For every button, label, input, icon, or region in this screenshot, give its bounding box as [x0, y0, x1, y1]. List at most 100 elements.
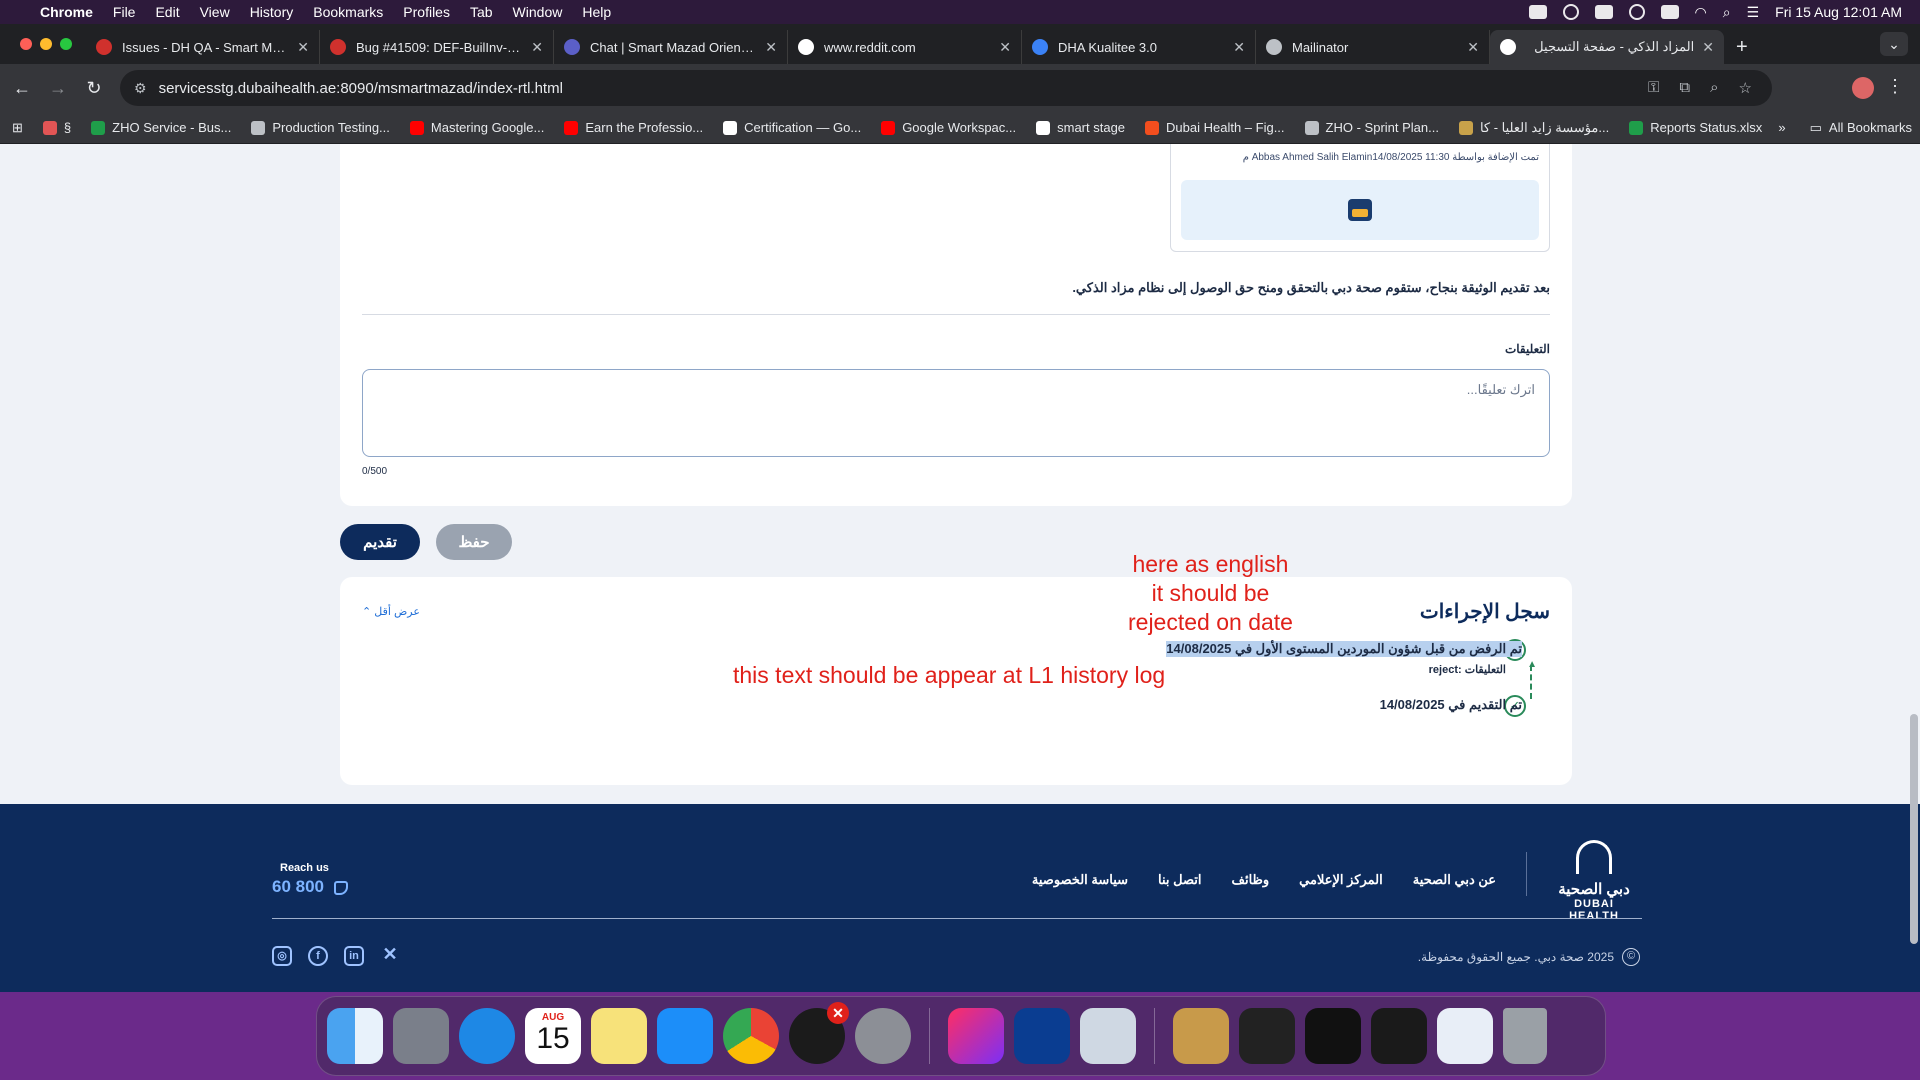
tab-search-button[interactable]: ⌄: [1880, 32, 1908, 56]
close-tab-icon[interactable]: ✕: [999, 39, 1011, 56]
safari-icon[interactable]: [459, 1008, 515, 1064]
menu-file[interactable]: File: [113, 4, 136, 20]
footer-link-privacy[interactable]: سياسة الخصوصية: [1032, 872, 1128, 888]
footer-link-careers[interactable]: وظائف: [1232, 872, 1270, 888]
more-menu-icon[interactable]: ⋮: [1886, 76, 1904, 97]
facebook-icon[interactable]: f: [308, 946, 328, 966]
menu-edit[interactable]: Edit: [155, 4, 179, 20]
submit-button[interactable]: تقديم: [340, 524, 420, 560]
browser-tab[interactable]: DHA Kualitee 3.0 ✕: [1022, 30, 1256, 64]
menu-bookmarks[interactable]: Bookmarks: [313, 4, 383, 20]
x-icon[interactable]: ✕: [380, 945, 400, 966]
profile-avatar[interactable]: [1852, 77, 1874, 99]
footer-link-media[interactable]: المركز الإعلامي: [1299, 872, 1383, 888]
close-tab-icon[interactable]: ✕: [297, 39, 309, 56]
bookmark-star-icon[interactable]: ☆: [1739, 79, 1752, 97]
bookmark-item[interactable]: مؤسسة زايد العليا - كا...: [1458, 120, 1609, 136]
menu-history[interactable]: History: [250, 4, 294, 20]
page-scrollbar[interactable]: [1910, 714, 1918, 944]
bookmark-item[interactable]: §: [42, 120, 71, 135]
browser-tab[interactable]: www.reddit.com ✕: [788, 30, 1022, 64]
installer-icon[interactable]: [1173, 1008, 1229, 1064]
close-tab-icon[interactable]: ✕: [1467, 39, 1479, 56]
site-info-icon[interactable]: ⚙: [134, 80, 147, 97]
address-bar[interactable]: ⚙ servicesstg.dubaihealth.ae:8090/msmart…: [120, 70, 1772, 106]
footer-link-contact[interactable]: اتصل بنا: [1158, 872, 1201, 888]
back-arrow-icon[interactable]: ←: [4, 78, 40, 99]
browser-tab[interactable]: Mailinator ✕: [1256, 30, 1490, 64]
bookmark-item[interactable]: Dubai Health – Fig...: [1145, 120, 1285, 135]
reload-icon[interactable]: ↻: [76, 78, 112, 99]
disk-utility-icon[interactable]: [1080, 1008, 1136, 1064]
creative-cloud-icon[interactable]: [948, 1008, 1004, 1064]
bookmark-item[interactable]: Google Workspac...: [881, 120, 1016, 135]
app-store-icon[interactable]: [657, 1008, 713, 1064]
reach-us-phone[interactable]: 60 800: [272, 877, 348, 897]
record-icon[interactable]: [1628, 4, 1645, 20]
more-bookmarks-chevron[interactable]: »: [1778, 120, 1785, 135]
bookmark-item[interactable]: ZHO Service - Bus...: [91, 120, 231, 135]
chrome-icon[interactable]: [723, 1008, 779, 1064]
finder-window-thumb[interactable]: [1371, 1008, 1427, 1064]
zoom-window-button[interactable]: [60, 38, 72, 50]
browser-tab[interactable]: Issues - DH QA - Smart Mazad ✕: [86, 30, 320, 64]
trash-icon[interactable]: [1503, 1008, 1547, 1064]
focus-icon[interactable]: [1562, 4, 1579, 20]
spotlight-icon[interactable]: ⌕: [1723, 4, 1731, 21]
zoom-icon[interactable]: ⌕: [1710, 79, 1718, 97]
instagram-icon[interactable]: ◎: [272, 946, 292, 966]
dubai-health-logo[interactable]: دبي الصحية DUBAI HEALTH: [1548, 840, 1640, 922]
url-text[interactable]: servicesstg.dubaihealth.ae:8090/msmartma…: [159, 80, 563, 97]
app-window-thumb[interactable]: [1305, 1008, 1361, 1064]
control-center-icon[interactable]: ☰: [1747, 4, 1760, 21]
new-tab-button[interactable]: +: [1724, 30, 1760, 64]
close-tab-icon[interactable]: ✕: [1233, 39, 1245, 56]
close-tab-icon[interactable]: ✕: [531, 39, 543, 56]
close-tab-icon[interactable]: ✕: [765, 39, 777, 56]
footer-link-about[interactable]: عن دبي الصحية: [1413, 872, 1496, 888]
bookmark-item[interactable]: Mastering Google...: [409, 120, 544, 135]
wd-discovery-icon[interactable]: [1014, 1008, 1070, 1064]
apps-grid-icon[interactable]: ⊞: [12, 120, 23, 136]
password-key-icon[interactable]: ⚿: [1648, 79, 1659, 97]
minimize-window-button[interactable]: [40, 38, 52, 50]
bookmark-item[interactable]: Production Testing...: [251, 120, 390, 135]
forward-arrow-icon[interactable]: →: [40, 78, 76, 99]
comments-textarea[interactable]: [362, 369, 1550, 457]
wifi-icon[interactable]: ◠: [1695, 4, 1707, 21]
finder-icon[interactable]: [327, 1008, 383, 1064]
system-settings-icon[interactable]: [855, 1008, 911, 1064]
menu-profiles[interactable]: Profiles: [403, 4, 450, 20]
close-tab-icon[interactable]: ✕: [1702, 39, 1714, 56]
show-less-link[interactable]: ⌃ عرض أقل: [362, 605, 420, 618]
bookmark-item[interactable]: Reports Status.xlsx: [1629, 120, 1762, 135]
launchpad-icon[interactable]: [393, 1008, 449, 1064]
bookmark-item[interactable]: ZHO - Sprint Plan...: [1304, 120, 1439, 135]
keyboard-icon[interactable]: [1594, 5, 1613, 19]
menu-help[interactable]: Help: [582, 4, 611, 20]
install-app-icon[interactable]: ⧉: [1679, 79, 1690, 97]
menu-window[interactable]: Window: [513, 4, 563, 20]
browser-tab[interactable]: Bug #41509: DEF-BuilInv-109 ✕: [320, 30, 554, 64]
vpn-icon[interactable]: ✕: [789, 1002, 849, 1064]
wd-icon[interactable]: [1528, 5, 1547, 19]
bookmark-item[interactable]: smart stage: [1036, 120, 1125, 135]
menu-app-name[interactable]: Chrome: [40, 4, 93, 20]
us-input-icon[interactable]: [1660, 5, 1679, 19]
menu-clock[interactable]: Fri 15 Aug 12:01 AM: [1775, 4, 1902, 20]
notes-icon[interactable]: [591, 1008, 647, 1064]
save-button[interactable]: حفظ: [436, 524, 512, 560]
terminal-window-thumb[interactable]: [1239, 1008, 1295, 1064]
menu-tab[interactable]: Tab: [470, 4, 493, 20]
chrome-window-thumb[interactable]: [1437, 1008, 1493, 1064]
attachment-preview[interactable]: [1181, 180, 1539, 240]
menu-view[interactable]: View: [200, 4, 230, 20]
linkedin-icon[interactable]: in: [344, 946, 364, 966]
close-window-button[interactable]: [20, 38, 32, 50]
calendar-icon[interactable]: AUG 15: [525, 1008, 581, 1064]
bookmark-item[interactable]: Earn the Professio...: [564, 120, 703, 135]
bookmark-item[interactable]: Certification — Go...: [723, 120, 861, 135]
browser-tab-active[interactable]: المزاد الذكي - صفحة التسجيل ✕: [1490, 30, 1724, 64]
browser-tab[interactable]: Chat | Smart Mazad Orientation ✕: [554, 30, 788, 64]
all-bookmarks-button[interactable]: ▭ All Bookmarks: [1810, 120, 1912, 136]
